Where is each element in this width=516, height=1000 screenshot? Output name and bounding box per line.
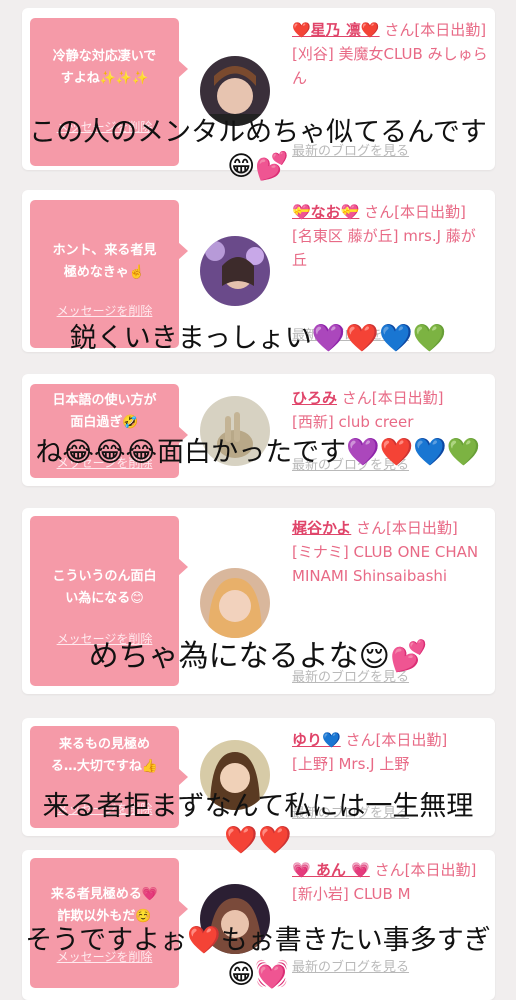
member-status: さん[本日出勤]	[374, 861, 477, 879]
overlay-caption: 鋭くいきまっしょい💜❤️💙💚	[69, 323, 447, 354]
shop-name[interactable]: [刈谷] 美魔女CLUB みしゅらん	[292, 45, 488, 87]
message-text: ホント、来る者見 極めなきゃ☝️	[52, 243, 157, 280]
member-name[interactable]: ❤️星乃 凛❤️	[292, 21, 380, 39]
member-name[interactable]: 💗 あん 💗	[292, 861, 370, 879]
message-text: 来る者見極める💗 詐欺以外もだ☺️	[50, 887, 159, 924]
member-info: ❤️星乃 凛❤️ さん[本日出勤] [刈谷] 美魔女CLUB みしゅらん	[292, 18, 490, 90]
message-text: 日本語の使い方が 面白過ぎ🤣	[52, 393, 157, 430]
message-text: こういうのん面白 い為になる😊	[52, 569, 157, 606]
message-text: 来るもの見極め る…大切ですね👍	[50, 737, 159, 774]
delete-message-link[interactable]: メッセージを削除	[30, 302, 179, 319]
avatar[interactable]	[200, 568, 270, 638]
shop-name[interactable]: [上野] Mrs.J 上野	[292, 755, 409, 773]
member-status: さん[本日出勤]	[341, 389, 444, 407]
shop-name[interactable]: [名東区 藤が丘] mrs.J 藤が丘	[292, 227, 476, 269]
member-status: さん[本日出勤]	[345, 731, 448, 749]
member-info: 💗 あん 💗 さん[本日出勤] [新小岩] CLUB M	[292, 858, 490, 906]
member-info: 💝なお💝 さん[本日出勤] [名東区 藤が丘] mrs.J 藤が丘	[292, 200, 490, 272]
member-name[interactable]: 梶谷かよ	[292, 519, 351, 537]
shop-name[interactable]: [ミナミ] CLUB ONE CHAN MINAMI Shinsaibashi	[292, 543, 478, 585]
shop-name[interactable]: [新小岩] CLUB M	[292, 885, 411, 903]
overlay-caption: この人のメンタルめちゃ似てるんです 😁💕	[29, 117, 487, 182]
overlay-caption: そうですよぉ❤️もぉ書きたい事多すぎ 😁💓	[25, 925, 491, 990]
message-text: 冷静な対応凄いで すよね✨✨✨	[52, 49, 157, 86]
member-name[interactable]: 💝なお💝	[292, 203, 359, 221]
member-status: さん[本日出勤]	[384, 21, 487, 39]
member-name[interactable]: ひろみ	[292, 389, 337, 407]
member-info: 梶谷かよ さん[本日出勤] [ミナミ] CLUB ONE CHAN MINAMI…	[292, 516, 490, 588]
member-status: さん[本日出勤]	[356, 519, 458, 537]
overlay-caption: 来る者拒まずなんて私には一生無理 ❤️❤️	[42, 791, 474, 856]
avatar[interactable]	[200, 236, 270, 306]
shop-name[interactable]: [西新] club creer	[292, 413, 413, 431]
overlay-caption: めちゃ為になるよな😌💕	[88, 639, 428, 674]
overlay-caption: ね😂😂😂面白かったです💜❤️💙💚	[35, 437, 481, 468]
member-info: ゆり💙 さん[本日出勤] [上野] Mrs.J 上野	[292, 728, 490, 776]
member-info: ひろみ さん[本日出勤] [西新] club creer	[292, 386, 490, 434]
member-name[interactable]: ゆり💙	[292, 731, 341, 749]
member-status: さん[本日出勤]	[364, 203, 466, 221]
